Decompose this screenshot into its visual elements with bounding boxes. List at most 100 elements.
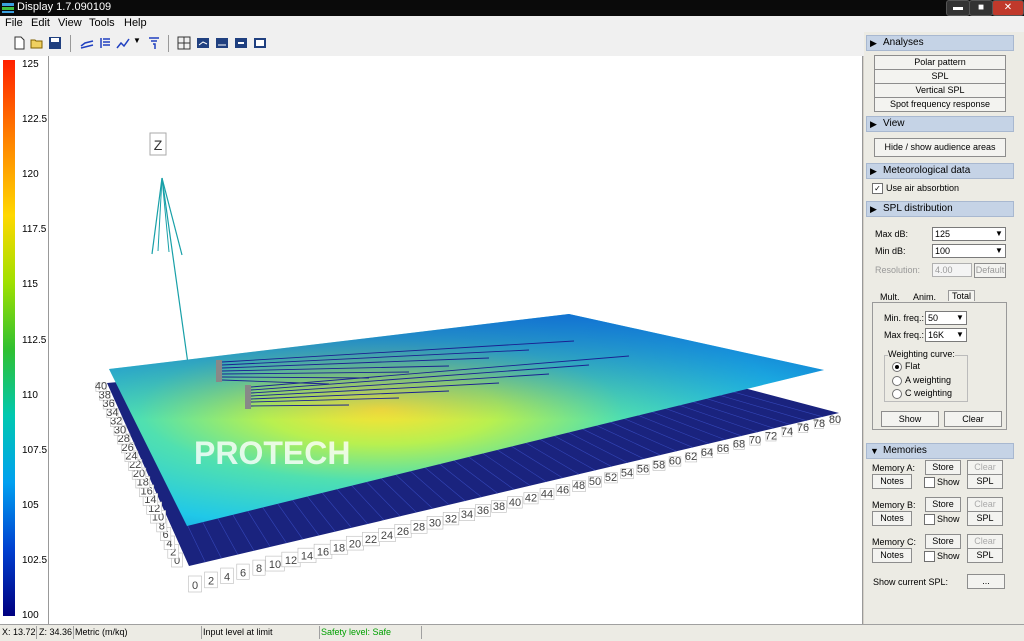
vertical-spl-button[interactable]: Vertical SPL: [874, 83, 1006, 98]
air-absorption-checkbox[interactable]: ✓: [872, 183, 883, 194]
memory-c-show-checkbox[interactable]: [924, 551, 935, 562]
grid-icon[interactable]: [177, 36, 191, 50]
memory-b-label: Memory B:: [872, 500, 916, 510]
tab-anim[interactable]: Anim.: [913, 292, 936, 302]
front-axis-tick: 30: [426, 516, 444, 530]
memory-a-notes-button[interactable]: Notes: [872, 474, 912, 489]
front-axis-tick: 24: [378, 527, 396, 542]
section-meteorological[interactable]: ▶ Meteorological data: [866, 163, 1014, 179]
front-axis-tick-label: 6: [240, 567, 246, 579]
section-memories[interactable]: ▼ Memories: [866, 443, 1014, 459]
view-front-icon[interactable]: [234, 36, 248, 50]
polar-pattern-button[interactable]: Polar pattern: [874, 55, 1006, 70]
new-file-icon[interactable]: [12, 36, 26, 50]
chart-icon[interactable]: [116, 36, 130, 50]
max-db-select[interactable]: 125 ▼: [932, 227, 1006, 241]
expand-icon: ▶: [870, 38, 877, 48]
front-axis-tick: 18: [329, 539, 349, 555]
memory-c-label: Memory C:: [872, 537, 917, 547]
front-axis-tick-label: 12: [285, 555, 297, 567]
maximize-button[interactable]: ■: [969, 0, 993, 16]
section-analyses[interactable]: ▶ Analyses: [866, 35, 1014, 51]
memory-c-notes-button[interactable]: Notes: [872, 548, 912, 563]
menu-edit[interactable]: Edit: [31, 17, 50, 29]
collapse-icon: ▼: [870, 446, 879, 456]
front-axis-tick-label: 38: [493, 501, 505, 513]
clear-button[interactable]: Clear: [944, 411, 1002, 427]
memory-a-show-checkbox[interactable]: [924, 477, 935, 488]
list-view-icon[interactable]: [98, 36, 112, 50]
front-axis-tick: 34: [459, 508, 475, 521]
front-axis-tick-label: 80: [829, 414, 841, 426]
status-units: Metric (m/kq): [73, 626, 202, 639]
view-top-icon[interactable]: [253, 36, 267, 50]
front-axis-tick-label: 50: [589, 476, 601, 488]
memory-b-store-button[interactable]: Store: [925, 497, 961, 512]
minimize-button[interactable]: ▬: [946, 0, 970, 16]
front-axis-tick: 46: [555, 484, 571, 496]
memory-c-spl-button[interactable]: SPL: [967, 548, 1003, 563]
memory-b-clear-button[interactable]: Clear: [967, 497, 1003, 512]
front-axis-tick: 22: [362, 531, 380, 547]
z-axis-arrow: [151, 177, 163, 255]
weighting-title: Weighting curve:: [888, 349, 955, 359]
side-axis-tick: 40: [95, 381, 107, 393]
memory-a-spl-button[interactable]: SPL: [967, 474, 1003, 489]
spot-frequency-button[interactable]: Spot frequency response: [874, 97, 1006, 112]
filter-icon[interactable]: [147, 36, 161, 50]
save-icon[interactable]: [48, 36, 62, 50]
spl-button[interactable]: SPL: [874, 69, 1006, 84]
open-folder-icon[interactable]: [30, 36, 44, 50]
title-bar: Display 1.7.090109 ▬ ■ ✕: [0, 0, 1024, 16]
section-view[interactable]: ▶ View: [866, 116, 1014, 132]
default-button[interactable]: Default: [974, 263, 1006, 278]
3d-scene[interactable]: Z PROTECH 0 2 4 6 8 10 12 14 16 18 20 22 24 26 28 30 32 3…: [49, 56, 862, 624]
scale-tick: 117.5: [22, 224, 47, 235]
front-axis-tick: 12: [281, 551, 301, 568]
menu-help[interactable]: Help: [124, 17, 147, 29]
memory-b-show-checkbox[interactable]: [924, 514, 935, 525]
max-freq-select[interactable]: 16K ▼: [925, 328, 967, 342]
front-axis-tick: 32: [442, 512, 460, 525]
resolution-label: Resolution:: [875, 265, 921, 275]
front-axis-tick: 72: [765, 430, 777, 442]
max-freq-label: Max freq.:: [884, 330, 925, 340]
section-spl-distribution[interactable]: ▶ SPL distribution: [866, 201, 1014, 217]
menu-tools[interactable]: Tools: [89, 17, 115, 29]
min-db-select[interactable]: 100 ▼: [932, 244, 1006, 258]
a-weighting-radio[interactable]: [892, 376, 902, 386]
menu-view[interactable]: View: [58, 17, 82, 29]
front-axis-tick: 10: [265, 555, 285, 572]
front-axis-tick-label: 24: [381, 530, 393, 542]
memory-b-spl-button[interactable]: SPL: [967, 511, 1003, 526]
min-freq-select[interactable]: 50 ▼: [925, 311, 967, 325]
front-axis-tick: 62: [685, 451, 697, 463]
view-3d-icon[interactable]: [196, 36, 210, 50]
view-side-icon[interactable]: [215, 36, 229, 50]
show-current-spl-button[interactable]: ...: [967, 574, 1005, 589]
front-axis-tick-label: 78: [813, 418, 825, 430]
expand-icon: ▶: [870, 166, 877, 176]
tab-total[interactable]: Total: [948, 290, 976, 301]
front-axis-tick: 50: [588, 476, 602, 488]
scale-tick: 102.5: [22, 555, 48, 566]
c-weighting-radio[interactable]: [892, 389, 902, 399]
front-axis-tick-label: 52: [605, 472, 617, 484]
show-button[interactable]: Show: [881, 411, 939, 427]
resolution-input[interactable]: 4.00: [932, 263, 972, 277]
tab-mult[interactable]: Mult.: [880, 292, 900, 302]
hide-show-audience-button[interactable]: Hide / show audience areas: [874, 138, 1006, 157]
expand-icon: ▶: [870, 119, 877, 129]
chart-dropdown-icon[interactable]: ▼: [133, 36, 141, 50]
memory-b-notes-button[interactable]: Notes: [872, 511, 912, 526]
flat-radio[interactable]: [892, 362, 902, 372]
memory-a-clear-button[interactable]: Clear: [967, 460, 1003, 475]
menu-file[interactable]: File: [5, 17, 23, 29]
memory-c-clear-button[interactable]: Clear: [967, 534, 1003, 549]
3d-spl-view[interactable]: Z PROTECH 0 2 4 6 8 10 12 14 16 18 20 22 24 26 28 30 32 3…: [49, 56, 863, 624]
speaker-array-icon[interactable]: [80, 36, 94, 50]
memory-a-store-button[interactable]: Store: [925, 460, 961, 475]
front-axis-tick-label: 66: [717, 443, 729, 455]
close-button[interactable]: ✕: [992, 0, 1024, 16]
memory-c-store-button[interactable]: Store: [925, 534, 961, 549]
